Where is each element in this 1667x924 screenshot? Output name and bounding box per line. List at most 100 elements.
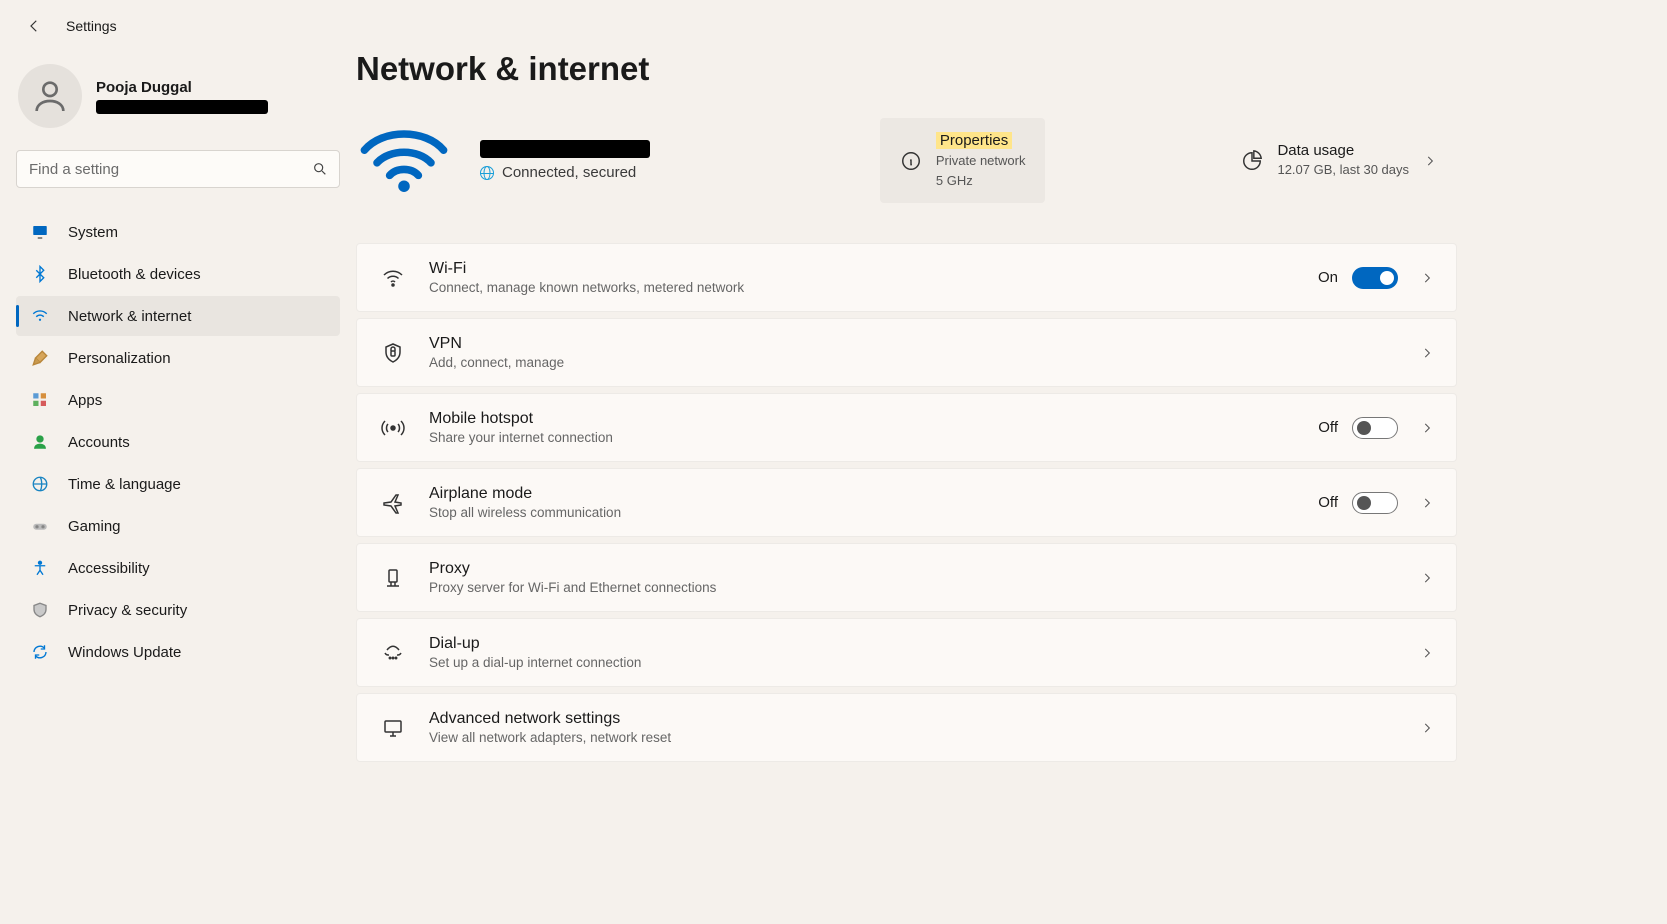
hotspot-toggle[interactable] xyxy=(1352,417,1398,439)
sidebar-item-accessibility[interactable]: Accessibility xyxy=(16,548,340,588)
sidebar-item-label: Gaming xyxy=(68,518,121,535)
vpn-sub: Add, connect, manage xyxy=(429,355,1398,370)
arrow-left-icon xyxy=(25,17,43,35)
hotspot-title: Mobile hotspot xyxy=(429,410,1296,428)
sidebar-item-label: Accounts xyxy=(68,434,130,451)
sidebar-item-bluetooth-devices[interactable]: Bluetooth & devices xyxy=(16,254,340,294)
vpn-icon xyxy=(379,339,407,367)
user-email-redacted xyxy=(96,100,268,114)
properties-card[interactable]: Properties Private network 5 GHz xyxy=(880,118,1046,203)
accessibility-icon xyxy=(30,558,50,578)
proxy-sub: Proxy server for Wi-Fi and Ethernet conn… xyxy=(429,580,1398,595)
wifi-sub: Connect, manage known networks, metered … xyxy=(429,280,1296,295)
back-button[interactable] xyxy=(22,14,46,38)
airplane-card[interactable]: Airplane mode Stop all wireless communic… xyxy=(356,468,1457,537)
chevron-right-icon xyxy=(1423,154,1437,168)
chevron-right-icon xyxy=(1420,646,1434,660)
person-icon xyxy=(30,432,50,452)
search-input[interactable] xyxy=(16,150,340,188)
sidebar-item-label: Privacy & security xyxy=(68,602,187,619)
user-account-block[interactable]: Pooja Duggal xyxy=(16,64,340,128)
apps-icon xyxy=(30,390,50,410)
sidebar-nav: System Bluetooth & devices Network & int… xyxy=(16,212,340,672)
sidebar-item-label: Windows Update xyxy=(68,644,181,661)
dialup-card[interactable]: Dial-up Set up a dial-up internet connec… xyxy=(356,618,1457,687)
advanced-icon xyxy=(379,714,407,742)
data-usage-title: Data usage xyxy=(1277,142,1409,159)
data-usage-card[interactable]: Data usage 12.07 GB, last 30 days xyxy=(1221,128,1457,193)
properties-sub1: Private network xyxy=(936,152,1026,170)
wifi-icon xyxy=(379,264,407,292)
sidebar-item-windows-update[interactable]: Windows Update xyxy=(16,632,340,672)
sidebar-item-label: Apps xyxy=(68,392,102,409)
monitor-icon xyxy=(30,222,50,242)
chevron-right-icon xyxy=(1420,346,1434,360)
chevron-right-icon xyxy=(1420,271,1434,285)
data-usage-icon xyxy=(1241,150,1263,172)
wifi-ssid-redacted xyxy=(480,140,650,158)
chevron-right-icon xyxy=(1420,721,1434,735)
chevron-right-icon xyxy=(1420,571,1434,585)
dialup-sub: Set up a dial-up internet connection xyxy=(429,655,1398,670)
sidebar-item-apps[interactable]: Apps xyxy=(16,380,340,420)
hotspot-icon xyxy=(379,414,407,442)
person-icon xyxy=(30,76,70,116)
airplane-icon xyxy=(379,489,407,517)
sidebar-item-label: Bluetooth & devices xyxy=(68,266,201,283)
sidebar-item-personalization[interactable]: Personalization xyxy=(16,338,340,378)
globe-icon xyxy=(480,166,494,180)
sidebar-item-gaming[interactable]: Gaming xyxy=(16,506,340,546)
sidebar-item-label: Network & internet xyxy=(68,308,191,325)
vpn-title: VPN xyxy=(429,335,1398,353)
advanced-sub: View all network adapters, network reset xyxy=(429,730,1398,745)
sidebar-item-label: System xyxy=(68,224,118,241)
properties-title: Properties xyxy=(936,132,1012,149)
airplane-title: Airplane mode xyxy=(429,485,1296,503)
data-usage-sub: 12.07 GB, last 30 days xyxy=(1277,161,1409,179)
advanced-title: Advanced network settings xyxy=(429,710,1398,728)
airplane-toggle[interactable] xyxy=(1352,492,1398,514)
info-icon xyxy=(900,150,922,172)
proxy-title: Proxy xyxy=(429,560,1398,578)
proxy-card[interactable]: Proxy Proxy server for Wi-Fi and Etherne… xyxy=(356,543,1457,612)
sidebar-item-privacy-security[interactable]: Privacy & security xyxy=(16,590,340,630)
sidebar-item-label: Time & language xyxy=(68,476,181,493)
avatar xyxy=(18,64,82,128)
wifi-icon xyxy=(30,306,50,326)
globe-clock-icon xyxy=(30,474,50,494)
wifi-card[interactable]: Wi-Fi Connect, manage known networks, me… xyxy=(356,243,1457,312)
wifi-toggle-label: On xyxy=(1318,269,1338,286)
airplane-sub: Stop all wireless communication xyxy=(429,505,1296,520)
update-icon xyxy=(30,642,50,662)
search-icon xyxy=(312,161,328,177)
user-name: Pooja Duggal xyxy=(96,79,268,96)
sidebar-item-network-internet[interactable]: Network & internet xyxy=(16,296,340,336)
wifi-title: Wi-Fi xyxy=(429,260,1296,278)
hotspot-toggle-label: Off xyxy=(1318,419,1338,436)
hotspot-sub: Share your internet connection xyxy=(429,430,1296,445)
proxy-icon xyxy=(379,564,407,592)
sidebar-item-time-language[interactable]: Time & language xyxy=(16,464,340,504)
sidebar-item-system[interactable]: System xyxy=(16,212,340,252)
bluetooth-icon xyxy=(30,264,50,284)
sidebar-item-label: Personalization xyxy=(68,350,171,367)
wifi-toggle[interactable] xyxy=(1352,267,1398,289)
dialup-icon xyxy=(379,639,407,667)
sidebar-item-accounts[interactable]: Accounts xyxy=(16,422,340,462)
brush-icon xyxy=(30,348,50,368)
properties-sub2: 5 GHz xyxy=(936,172,1026,190)
hotspot-card[interactable]: Mobile hotspot Share your internet conne… xyxy=(356,393,1457,462)
airplane-toggle-label: Off xyxy=(1318,494,1338,511)
page-title: Network & internet xyxy=(356,50,1457,88)
dialup-title: Dial-up xyxy=(429,635,1398,653)
chevron-right-icon xyxy=(1420,496,1434,510)
sidebar-item-label: Accessibility xyxy=(68,560,150,577)
chevron-right-icon xyxy=(1420,421,1434,435)
wifi-status-icon xyxy=(356,125,452,197)
shield-gray-icon xyxy=(30,600,50,620)
app-title: Settings xyxy=(66,18,117,34)
advanced-card[interactable]: Advanced network settings View all netwo… xyxy=(356,693,1457,762)
gamepad-icon xyxy=(30,516,50,536)
connection-status: Connected, secured xyxy=(502,164,636,181)
vpn-card[interactable]: VPN Add, connect, manage xyxy=(356,318,1457,387)
